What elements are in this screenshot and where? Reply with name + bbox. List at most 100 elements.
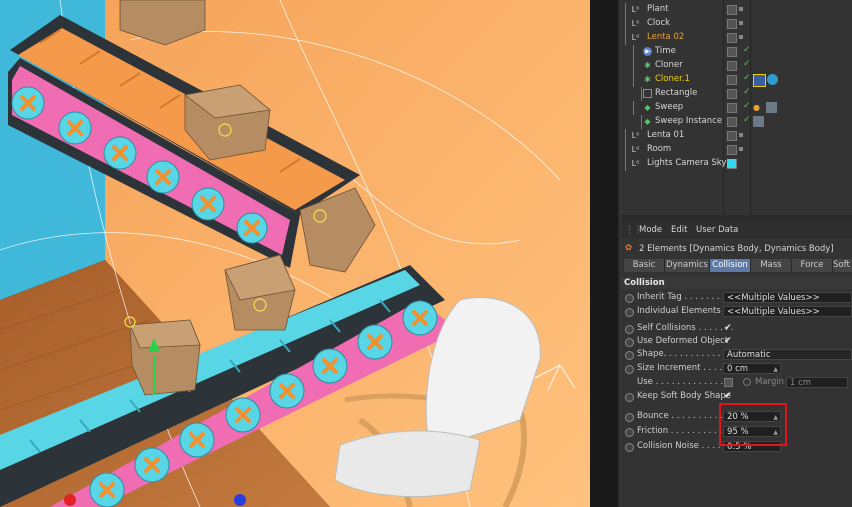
- object-row-sweep-instance[interactable]: ◆ Sweep Instance ✓: [621, 115, 852, 129]
- null-object-icon: L⁰: [631, 33, 640, 42]
- render-toggle[interactable]: [739, 21, 743, 25]
- param-label: Use . . . . . . . . . . . . . .: [637, 377, 729, 387]
- animate-toggle-icon[interactable]: [625, 351, 634, 360]
- object-row-time[interactable]: ▶ Time ✓: [621, 45, 852, 59]
- param-label: Size Increment . . . . .: [637, 363, 728, 373]
- margin-field[interactable]: 1 cm: [786, 377, 848, 388]
- object-row-cloner[interactable]: ✱ Cloner ✓: [621, 59, 852, 73]
- animate-toggle-icon[interactable]: [625, 308, 634, 317]
- object-name: Lights Camera Sky: [647, 158, 727, 168]
- visibility-toggle[interactable]: [727, 89, 737, 99]
- param-label: Self Collisions . . . . . . .: [637, 323, 734, 333]
- tab-collision[interactable]: Collision: [710, 259, 751, 272]
- visibility-toggle[interactable]: [727, 19, 737, 29]
- object-name: Cloner: [655, 60, 683, 70]
- param-individual-elements: Individual Elements . . <<Multiple Value…: [621, 305, 852, 319]
- param-self-collisions: Self Collisions . . . . . . . ✔: [621, 322, 852, 336]
- visibility-toggle[interactable]: [727, 75, 737, 85]
- tree-line: [625, 17, 630, 31]
- render-toggle[interactable]: [739, 7, 743, 11]
- tab-dynamics[interactable]: Dynamics: [665, 259, 710, 272]
- object-row-rectangle[interactable]: Rectangle ✓: [621, 87, 852, 101]
- object-row-lights-camera-sky[interactable]: L⁰ Lights Camera Sky: [621, 157, 852, 171]
- animate-toggle-icon[interactable]: [625, 325, 634, 334]
- keep-soft-body-shape-checkbox[interactable]: ✔: [724, 391, 732, 401]
- object-row-clock[interactable]: L⁰ Clock: [621, 17, 852, 31]
- texture-tag-icon[interactable]: [753, 116, 764, 127]
- null-object-icon: L⁰: [631, 131, 640, 140]
- animate-toggle-icon[interactable]: [625, 443, 634, 452]
- enabled-check-icon[interactable]: ✓: [743, 115, 751, 125]
- animate-toggle-icon[interactable]: [625, 413, 634, 422]
- menu-mode[interactable]: Mode: [639, 225, 662, 235]
- menu-edit[interactable]: Edit: [671, 225, 687, 235]
- stepper-arrows-icon[interactable]: ▲▼: [773, 364, 778, 373]
- object-row-lenta-02[interactable]: L⁰ Lenta 02: [621, 31, 852, 45]
- visibility-toggle[interactable]: [727, 61, 737, 71]
- render-toggle[interactable]: [739, 147, 743, 151]
- use-margin-checkbox[interactable]: [724, 378, 733, 387]
- visibility-toggle[interactable]: [727, 103, 737, 113]
- viewport-scrollbar[interactable]: [590, 0, 618, 507]
- tab-mass[interactable]: Mass: [751, 259, 792, 272]
- animate-toggle-icon[interactable]: [625, 365, 634, 374]
- individual-elements-select[interactable]: <<Multiple Values>>: [723, 306, 852, 317]
- visibility-toggle[interactable]: [727, 5, 737, 15]
- object-row-room[interactable]: L⁰ Room: [621, 143, 852, 157]
- margin-label: Margin: [755, 377, 785, 387]
- tab-force[interactable]: Force: [792, 259, 833, 272]
- menu-user-data[interactable]: User Data: [696, 225, 738, 235]
- animate-toggle-icon[interactable]: [625, 338, 634, 347]
- inherit-tag-select[interactable]: <<Multiple Values>>: [723, 292, 852, 303]
- tree-line: [633, 73, 638, 87]
- dynamics-tag-icon[interactable]: [767, 74, 778, 85]
- param-label: Use Deformed Object: [637, 336, 729, 346]
- material-tag-icon[interactable]: ●: [753, 103, 760, 112]
- animate-toggle-icon[interactable]: [625, 294, 634, 303]
- object-row-lenta-01[interactable]: L⁰ Lenta 01: [621, 129, 852, 143]
- enabled-check-icon[interactable]: ✓: [743, 45, 751, 55]
- enabled-check-icon[interactable]: ✓: [743, 101, 751, 111]
- attribute-tabs: Basic Dynamics Collision Mass Force Soft: [621, 259, 852, 273]
- field-value: 0 cm: [727, 364, 749, 374]
- visibility-toggle[interactable]: [727, 117, 737, 127]
- animate-toggle-icon[interactable]: [625, 428, 634, 437]
- object-row-sweep[interactable]: ◆ Sweep ✓ ●: [621, 101, 852, 115]
- object-name: Sweep: [655, 102, 684, 112]
- self-collisions-checkbox[interactable]: ✔: [724, 323, 732, 333]
- use-deformed-object-checkbox[interactable]: ✔: [724, 336, 732, 346]
- tab-soft-bodies[interactable]: Soft: [833, 259, 852, 272]
- tree-line: [625, 3, 630, 17]
- selection-label: 2 Elements [Dynamics Body, Dynamics Body…: [639, 244, 834, 254]
- null-object-icon: L⁰: [631, 145, 640, 154]
- effector-tag-icon[interactable]: [753, 74, 766, 87]
- tree-line: [633, 45, 638, 59]
- size-increment-field[interactable]: 0 cm ▲▼: [723, 363, 781, 374]
- visibility-toggle[interactable]: [727, 145, 737, 155]
- render-toggle[interactable]: [739, 133, 743, 137]
- rectangle-spline-icon: [643, 89, 652, 98]
- visibility-toggle[interactable]: [727, 47, 737, 57]
- render-toggle[interactable]: [739, 35, 743, 39]
- layer-color-swatch[interactable]: [727, 159, 736, 168]
- param-use-deformed-object: Use Deformed Object ✔: [621, 335, 852, 349]
- object-name: Lenta 02: [647, 32, 685, 42]
- tree-line: [633, 101, 638, 115]
- enabled-check-icon[interactable]: ✓: [743, 73, 751, 83]
- cloner-icon: ✱: [644, 61, 651, 70]
- visibility-toggle[interactable]: [727, 131, 737, 141]
- object-row-plant[interactable]: L⁰ Plant: [621, 3, 852, 17]
- section-title: Collision: [624, 278, 665, 288]
- animate-toggle-icon[interactable]: [743, 378, 751, 386]
- shape-select[interactable]: Automatic: [723, 349, 852, 360]
- visibility-toggle[interactable]: [727, 33, 737, 43]
- enabled-check-icon[interactable]: ✓: [743, 87, 751, 97]
- animate-toggle-icon[interactable]: [625, 393, 634, 402]
- enabled-check-icon[interactable]: ✓: [743, 59, 751, 69]
- texture-tag-icon[interactable]: [766, 102, 777, 113]
- highlight-box: [719, 403, 787, 446]
- tree-line: [625, 31, 630, 45]
- viewport-3d[interactable]: [0, 0, 590, 507]
- tab-basic[interactable]: Basic: [624, 259, 665, 272]
- object-row-cloner-1[interactable]: ✱ Cloner.1 ✓: [621, 73, 852, 87]
